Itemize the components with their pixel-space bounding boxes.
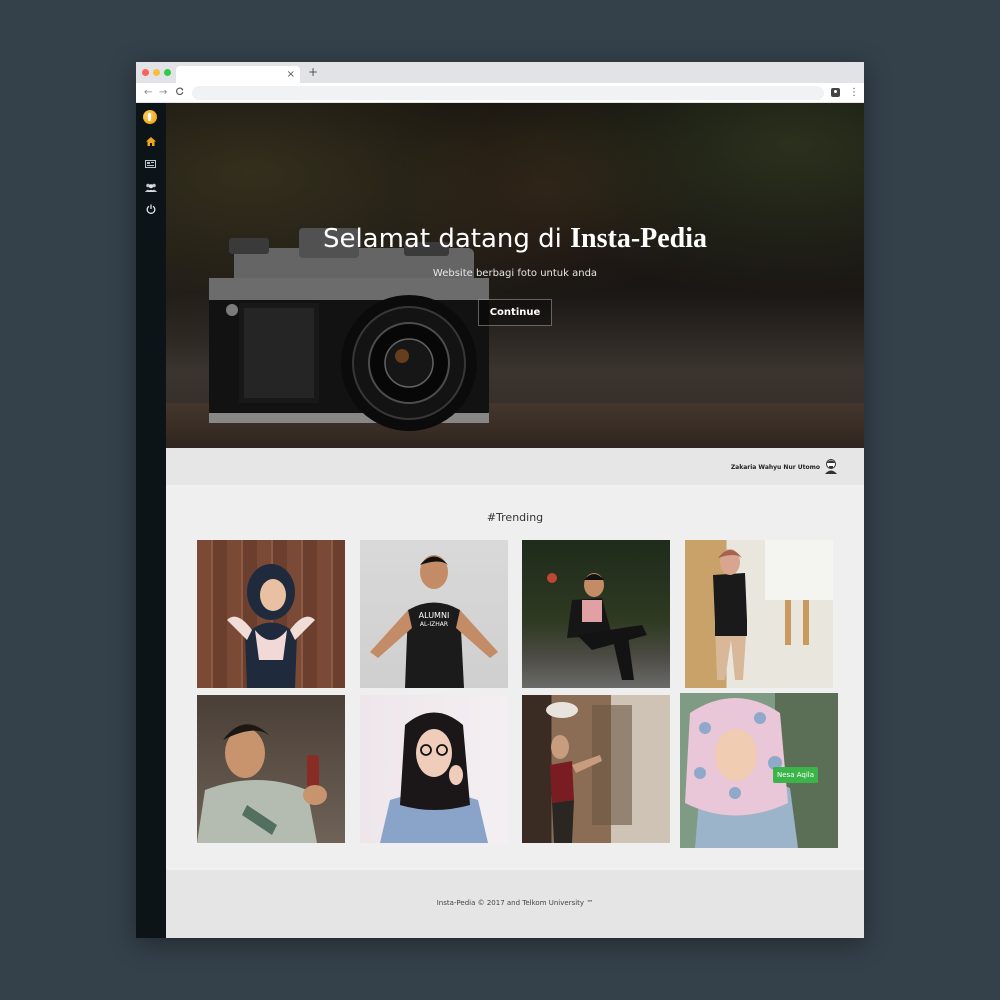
- footer: Insta-Pedia © 2017 and Telkom University…: [166, 870, 864, 938]
- web-page: Selamat datang di Insta-Pedia Website be…: [136, 103, 864, 938]
- hero-title-brand: Insta-Pedia: [570, 223, 708, 254]
- trending-photo-1[interactable]: [197, 540, 345, 688]
- footer-text: Insta-Pedia © 2017 and Telkom University…: [436, 899, 594, 907]
- svg-text:ALUMNI: ALUMNI: [419, 611, 450, 620]
- hero-banner: Selamat datang di Insta-Pedia Website be…: [166, 103, 864, 448]
- reload-icon[interactable]: [176, 86, 184, 100]
- trending-photo-6[interactable]: [360, 695, 508, 843]
- trending-photo-7[interactable]: [522, 695, 670, 843]
- author-name: Zakaria Wahyu Nur Utomo: [730, 464, 820, 471]
- photo-subject: [380, 712, 488, 843]
- photo-subject: [197, 724, 327, 843]
- photo-name-label: Nesa Aqila: [773, 767, 818, 783]
- photo-subject: [547, 573, 647, 680]
- photo-subject: [227, 564, 315, 688]
- window-controls: [142, 69, 171, 76]
- svg-text:AL-IZHAR: AL-IZHAR: [420, 621, 448, 628]
- home-icon[interactable]: [144, 135, 157, 147]
- site-logo[interactable]: [143, 110, 157, 124]
- photo-subject: ALUMNI AL-IZHAR: [370, 555, 498, 688]
- trending-photo-3[interactable]: [522, 540, 670, 688]
- browser-menu-icon[interactable]: ⋮: [849, 86, 859, 100]
- address-bar[interactable]: [192, 86, 824, 100]
- tab-bar: × +: [136, 62, 864, 83]
- users-icon[interactable]: [144, 181, 157, 193]
- back-icon[interactable]: ←: [144, 86, 152, 100]
- trending-photo-8[interactable]: Nesa Aqila: [680, 693, 838, 848]
- profile-icon[interactable]: [831, 88, 840, 97]
- minimize-window-button[interactable]: [153, 69, 160, 76]
- power-icon[interactable]: [144, 203, 157, 215]
- author-bar: Zakaria Wahyu Nur Utomo: [166, 448, 864, 485]
- new-tab-button[interactable]: +: [308, 65, 318, 80]
- trending-photo-5[interactable]: [197, 695, 345, 843]
- continue-button[interactable]: Continue: [478, 299, 552, 326]
- browser-toolbar: ← → ⋮: [136, 83, 864, 103]
- hero-title: Selamat datang di Insta-Pedia: [166, 221, 864, 257]
- trending-photo-4[interactable]: [685, 540, 833, 688]
- trending-photo-2[interactable]: ALUMNI AL-IZHAR: [360, 540, 508, 688]
- maximize-window-button[interactable]: [164, 69, 171, 76]
- close-window-button[interactable]: [142, 69, 149, 76]
- gallery-icon[interactable]: [144, 158, 157, 170]
- sidebar: [136, 103, 166, 938]
- tab-close-icon[interactable]: ×: [287, 67, 295, 82]
- browser-tab[interactable]: ×: [176, 66, 300, 83]
- browser-window: × + ← → ⋮ Selamat datang di Insta-Pedia …: [136, 62, 864, 938]
- trending-title: #Trending: [486, 511, 544, 524]
- hero-title-prefix: Selamat datang di: [322, 224, 562, 254]
- hero-subtitle: Website berbagi foto untuk anda: [432, 268, 598, 279]
- main-content: Selamat datang di Insta-Pedia Website be…: [166, 103, 864, 938]
- photo-subject: [546, 702, 632, 843]
- photo-subject: [713, 540, 833, 680]
- author-avatar[interactable]: [824, 458, 838, 474]
- forward-icon[interactable]: →: [159, 86, 167, 100]
